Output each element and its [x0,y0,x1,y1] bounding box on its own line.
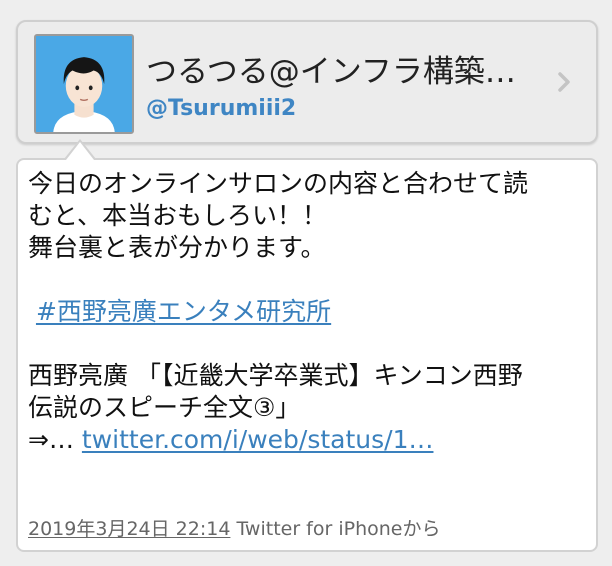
tweet-source: Twitter for iPhoneから [230,518,441,540]
tweet-text-line: むと、本当おもしろい！！ [28,201,328,230]
link-prefix: ⇒… [28,425,82,454]
user-avatar-icon[interactable] [34,34,134,134]
card-pointer [66,142,94,160]
tweet-text-line: 伝説のスピーチ全文③」 [28,393,301,422]
user-screen-name: @Tsurumiii2 [146,96,297,121]
tweet-text-line: 今日のオンラインサロンの内容と合わせて読 [28,169,529,198]
user-header-card[interactable]: つるつる@インフラ構築… @Tsurumiii2 [16,20,598,144]
link-line: ⇒… twitter.com/i/web/status/1… [28,424,584,456]
hashtag-link[interactable]: #西野亮廣エンタメ研究所 [36,297,331,326]
tweet-timestamp[interactable]: 2019年3月24日 22:14 [28,518,230,540]
tweet-text-line: 舞台裏と表が分かります。 [28,233,326,262]
user-display-name: つるつる@インフラ構築… [146,54,516,90]
tweet-text-line: 西野亮廣 「【近畿大学卒業式】キンコン西野 [28,361,523,390]
status-link[interactable]: twitter.com/i/web/status/1… [82,425,434,454]
tweet-card: 今日のオンラインサロンの内容と合わせて読 むと、本当おもしろい！！ 舞台裏と表が… [16,158,598,552]
chevron-right-icon[interactable] [552,70,576,94]
avatar-illustration [36,36,132,132]
tweet-meta: 2019年3月24日 22:14 Twitter for iPhoneから [28,514,440,541]
hashtag-line: #西野亮廣エンタメ研究所 [28,296,584,328]
tweet-body: 今日のオンラインサロンの内容と合わせて読 むと、本当おもしろい！！ 舞台裏と表が… [28,168,584,456]
